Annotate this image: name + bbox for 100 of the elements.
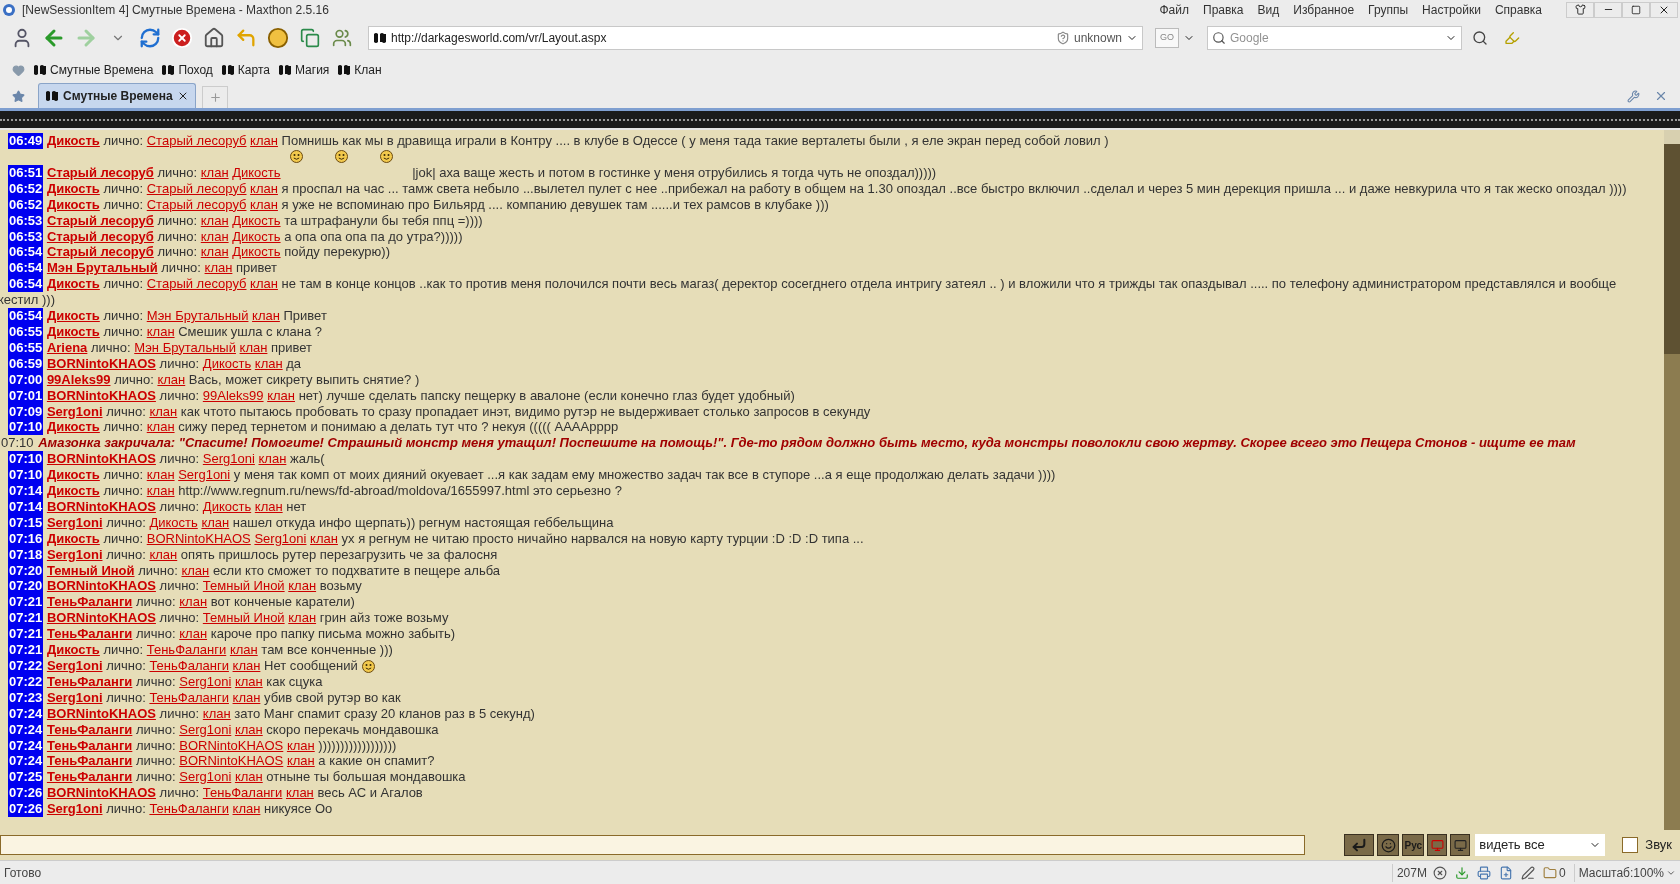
recipient-link[interactable]: Serg1oni (179, 721, 232, 737)
favorites-icon[interactable] (12, 63, 25, 77)
recipient-link[interactable]: клан (250, 180, 278, 196)
sender-link[interactable]: Дикость (46, 530, 100, 546)
sender-link[interactable]: Мэн Брутальный (46, 260, 158, 276)
recipient-link[interactable]: клан (250, 133, 278, 148)
sender-link[interactable]: ТеньФаланги (46, 594, 133, 610)
sound-checkbox[interactable] (1622, 837, 1639, 853)
sender-link[interactable]: BORNintoKHAOS (46, 578, 156, 594)
sender-link[interactable]: Старый лесоруб (46, 244, 154, 260)
sender-link[interactable]: Serg1oni (46, 514, 103, 530)
sender-link[interactable]: Дикость (46, 483, 100, 499)
recipient-link[interactable]: BORNintoKHAOS (146, 530, 251, 546)
recipient-link[interactable]: клан (232, 658, 261, 673)
recipient-link[interactable]: клан (229, 642, 258, 658)
recipient-link[interactable]: клан (286, 753, 315, 769)
menu-item[interactable]: Правка (1203, 0, 1244, 19)
recipient-link[interactable]: Мэн Брутальный (134, 339, 236, 355)
recipient-link[interactable]: Дикость (232, 228, 281, 244)
recipient-link[interactable]: клан (310, 530, 338, 546)
recipient-link[interactable]: клан (157, 371, 186, 387)
recipient-link[interactable]: клан (286, 737, 315, 753)
menu-item[interactable]: Группы (1368, 0, 1409, 19)
recipient-link[interactable]: клан (234, 673, 263, 689)
recipient-link[interactable]: Дикость (149, 514, 198, 530)
recipient-link[interactable]: Темный Иной (202, 610, 285, 626)
sender-link[interactable]: Дикость (46, 180, 100, 196)
folder-icon[interactable] (1542, 865, 1557, 880)
recipient-link[interactable]: клан (254, 498, 283, 514)
close-icon[interactable] (177, 90, 189, 102)
recipient-link[interactable]: Serg1oni (179, 769, 232, 785)
bookmark-link[interactable]: Магия (277, 61, 330, 79)
recipient-link[interactable]: клан (267, 387, 295, 403)
sender-link[interactable]: BORNintoKHAOS (46, 610, 156, 626)
address-field[interactable]: http://darkagesworld.com/vr/Layout.aspx unknown (368, 26, 1143, 50)
sender-link[interactable]: BORNintoKHAOS (46, 355, 156, 371)
sender-link[interactable]: Serg1oni (46, 546, 103, 562)
recipient-link[interactable]: клан (250, 276, 278, 292)
recipient-link[interactable]: клан (201, 514, 230, 530)
add-page-icon[interactable] (1498, 865, 1513, 880)
recipient-link[interactable]: Serg1oni (202, 451, 255, 467)
menu-item[interactable]: Файл (1159, 0, 1189, 19)
recipient-link[interactable]: BORNintoKHAOS (179, 737, 284, 753)
recipient-link[interactable]: ТеньФаланги (149, 801, 229, 817)
recipient-link[interactable]: клан (181, 562, 210, 578)
recipient-link[interactable]: Serg1oni (178, 467, 231, 483)
skin-icon[interactable] (1566, 1, 1594, 18)
recipient-link[interactable]: клан (232, 689, 261, 705)
recipient-link[interactable]: клан (179, 626, 208, 642)
recipient-link[interactable]: Старый лесоруб (146, 196, 247, 212)
smiley-button[interactable] (1377, 834, 1400, 856)
sender-link[interactable]: Дикость (46, 323, 100, 339)
close-icon[interactable] (1650, 1, 1678, 18)
sender-link[interactable]: 99Aleks99 (46, 371, 111, 387)
menu-item[interactable]: Вид (1257, 0, 1280, 19)
sender-link[interactable]: Дикость (46, 642, 100, 658)
sender-link[interactable]: BORNintoKHAOS (46, 387, 156, 403)
recipient-link[interactable]: клан (200, 164, 229, 180)
recipient-link[interactable]: клан (234, 721, 263, 737)
recipient-link[interactable]: клан (234, 769, 263, 785)
sender-link[interactable]: Старый лесоруб (46, 164, 154, 180)
bookmark-link[interactable]: Поход (161, 61, 213, 79)
recipient-link[interactable]: клан (146, 323, 175, 339)
recipient-link[interactable]: Дикость (232, 212, 281, 228)
recipient-link[interactable]: клан (200, 212, 229, 228)
menu-item[interactable]: Избранное (1293, 0, 1355, 19)
go-button[interactable]: GO (1155, 28, 1179, 48)
recipient-link[interactable]: ТеньФаланги (146, 642, 227, 658)
bookmark-link[interactable]: Смутные Времена (33, 61, 154, 79)
download-icon[interactable] (1454, 865, 1469, 880)
recipient-link[interactable]: Дикость (232, 164, 281, 180)
send-button[interactable] (1344, 834, 1375, 856)
recipient-link[interactable]: Старый лесоруб (146, 180, 247, 196)
browser-tab[interactable]: Смутные Времена (38, 83, 196, 108)
sender-link[interactable]: BORNintoKHAOS (46, 451, 156, 467)
menu-item[interactable]: Справка (1494, 0, 1542, 19)
sender-link[interactable]: Serg1oni (46, 689, 103, 705)
recipient-link[interactable]: клан (179, 594, 208, 610)
recipient-link[interactable]: клан (250, 196, 278, 212)
recipient-link[interactable]: ТеньФаланги (149, 689, 229, 705)
filter-select[interactable]: видеть все (1475, 834, 1606, 856)
printer-icon[interactable] (1476, 865, 1491, 880)
recipient-link[interactable]: 99Aleks99 (202, 387, 264, 403)
sender-link[interactable]: Старый лесоруб (46, 228, 154, 244)
monitor-button[interactable] (1450, 834, 1471, 856)
recipient-link[interactable]: Старый лесоруб (146, 276, 247, 292)
sender-link[interactable]: BORNintoKHAOS (46, 785, 156, 801)
monitor-button[interactable] (1427, 834, 1448, 856)
recipient-link[interactable]: Дикость (202, 355, 252, 371)
recipient-link[interactable]: клан (200, 228, 229, 244)
recipient-link[interactable]: Дикость (202, 498, 252, 514)
recipient-link[interactable]: клан (285, 785, 314, 801)
recipient-link[interactable]: клан (146, 467, 175, 483)
new-tab-icon[interactable] (202, 86, 228, 108)
layout-button[interactable]: Рус (1402, 834, 1425, 856)
recipient-link[interactable]: клан (288, 578, 317, 594)
recipient-link[interactable]: Темный Иной (202, 578, 285, 594)
pen-icon[interactable] (1520, 865, 1535, 880)
recipient-link[interactable]: клан (202, 705, 231, 721)
bookmark-link[interactable]: Карта (220, 61, 270, 79)
